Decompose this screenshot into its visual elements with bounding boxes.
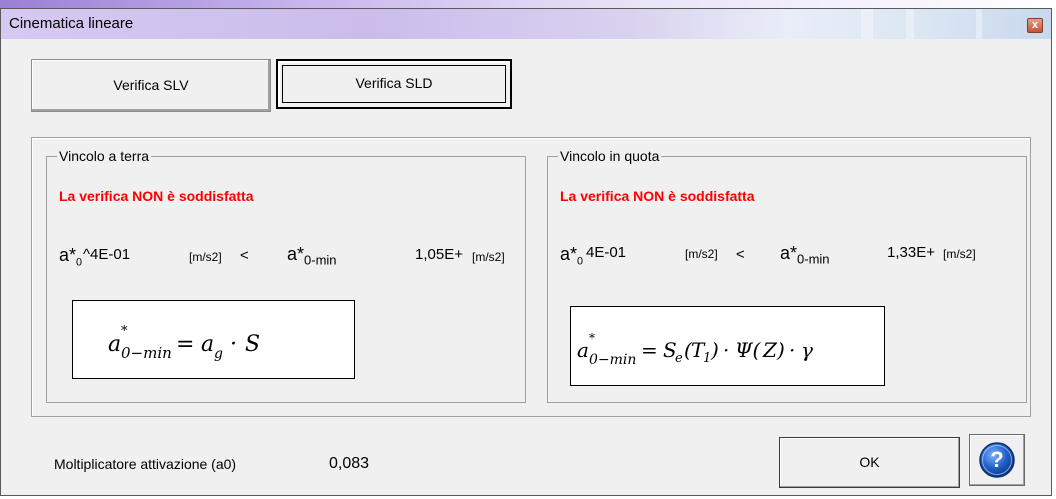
formula-spectrum: a * 0−min = S e ( T 1 ) · Ψ( Z ) · γ bbox=[570, 306, 885, 386]
ok-button[interactable]: OK bbox=[779, 437, 960, 488]
svg-text:a: a bbox=[577, 338, 589, 362]
tab-verifica-slv[interactable]: Verifica SLV bbox=[31, 59, 271, 112]
title-bar-stripe bbox=[906, 9, 914, 39]
svg-text:e: e bbox=[675, 351, 683, 366]
window-title: Cinematica lineare bbox=[9, 15, 134, 32]
help-button[interactable]: ? bbox=[969, 434, 1025, 486]
formula-ag-times-s: a * 0−min = a g · S bbox=[72, 300, 355, 379]
lhs-symbol: a*0 bbox=[59, 245, 83, 269]
svg-text:*: * bbox=[121, 324, 128, 339]
lhs-value: ^4E-01 bbox=[83, 246, 131, 263]
rhs-symbol: a*0-min bbox=[287, 244, 337, 268]
group-vincolo-a-terra: Vincolo a terra La verifica NON è soddis… bbox=[46, 148, 526, 403]
svg-text:a: a bbox=[108, 332, 121, 357]
svg-text:Z: Z bbox=[762, 338, 778, 362]
tab-label: Verifica SLV bbox=[113, 77, 189, 93]
svg-text:·: · bbox=[723, 338, 729, 362]
rhs-unit: [m/s2] bbox=[943, 247, 976, 261]
title-bar[interactable]: Cinematica lineare x bbox=[1, 9, 1051, 39]
close-icon[interactable]: x bbox=[1027, 18, 1043, 33]
help-icon: ? bbox=[979, 442, 1015, 478]
svg-text:0−min: 0−min bbox=[589, 352, 636, 368]
activation-multiplier-label: Moltiplicatore attivazione (a0) bbox=[54, 456, 237, 472]
svg-text:a: a bbox=[201, 332, 214, 357]
group-legend: Vincolo in quota bbox=[560, 148, 660, 164]
svg-text:0−min: 0−min bbox=[121, 344, 172, 362]
svg-text:γ: γ bbox=[801, 338, 813, 362]
svg-text:?: ? bbox=[990, 447, 1003, 472]
group-vincolo-in-quota: Vincolo in quota La verifica NON è soddi… bbox=[547, 148, 1027, 403]
svg-text:*: * bbox=[589, 331, 595, 345]
lhs-unit: [m/s2] bbox=[189, 250, 222, 264]
svg-text:): ) bbox=[776, 338, 785, 362]
less-than-operator: < bbox=[240, 247, 249, 264]
lhs-symbol: a*0 bbox=[560, 244, 584, 268]
dialog-window: Cinematica lineare x Verifica SLV Verifi… bbox=[0, 8, 1052, 496]
svg-text:): ) bbox=[710, 338, 719, 362]
status-message: La verifica NON è soddisfatta bbox=[560, 188, 755, 204]
less-than-operator: < bbox=[736, 246, 745, 263]
formula-graphic: a * 0−min = S e ( T 1 ) · Ψ( Z ) · γ bbox=[577, 331, 813, 368]
rhs-symbol: a*0-min bbox=[780, 243, 830, 267]
ok-button-label: OK bbox=[859, 454, 880, 470]
svg-text:=: = bbox=[641, 338, 658, 362]
close-glyph: x bbox=[1031, 19, 1039, 31]
status-message: La verifica NON è soddisfatta bbox=[59, 188, 254, 204]
rhs-value: 1,05E+ bbox=[415, 246, 463, 263]
svg-text:g: g bbox=[214, 346, 223, 362]
svg-text:=: = bbox=[176, 332, 194, 357]
lhs-unit: [m/s2] bbox=[685, 247, 718, 261]
tab-verifica-sld[interactable]: Verifica SLD bbox=[276, 59, 512, 109]
svg-text:S: S bbox=[245, 332, 260, 357]
svg-text:·: · bbox=[789, 338, 795, 362]
svg-text:·: · bbox=[230, 332, 237, 357]
title-bar-stripe bbox=[976, 9, 982, 39]
title-bar-stripe bbox=[861, 9, 873, 39]
group-legend: Vincolo a terra bbox=[59, 148, 150, 164]
lhs-value: 4E-01 bbox=[586, 244, 627, 261]
verification-panel: Vincolo a terra La verifica NON è soddis… bbox=[31, 137, 1031, 417]
svg-text:Ψ(: Ψ( bbox=[735, 338, 762, 362]
formula-graphic: a * 0−min = a g · S bbox=[108, 324, 260, 362]
rhs-value: 1,33E+ bbox=[887, 244, 935, 261]
rhs-unit: [m/s2] bbox=[472, 250, 505, 264]
tab-focus-border bbox=[282, 65, 506, 103]
activation-multiplier-value: 0,083 bbox=[329, 455, 370, 472]
